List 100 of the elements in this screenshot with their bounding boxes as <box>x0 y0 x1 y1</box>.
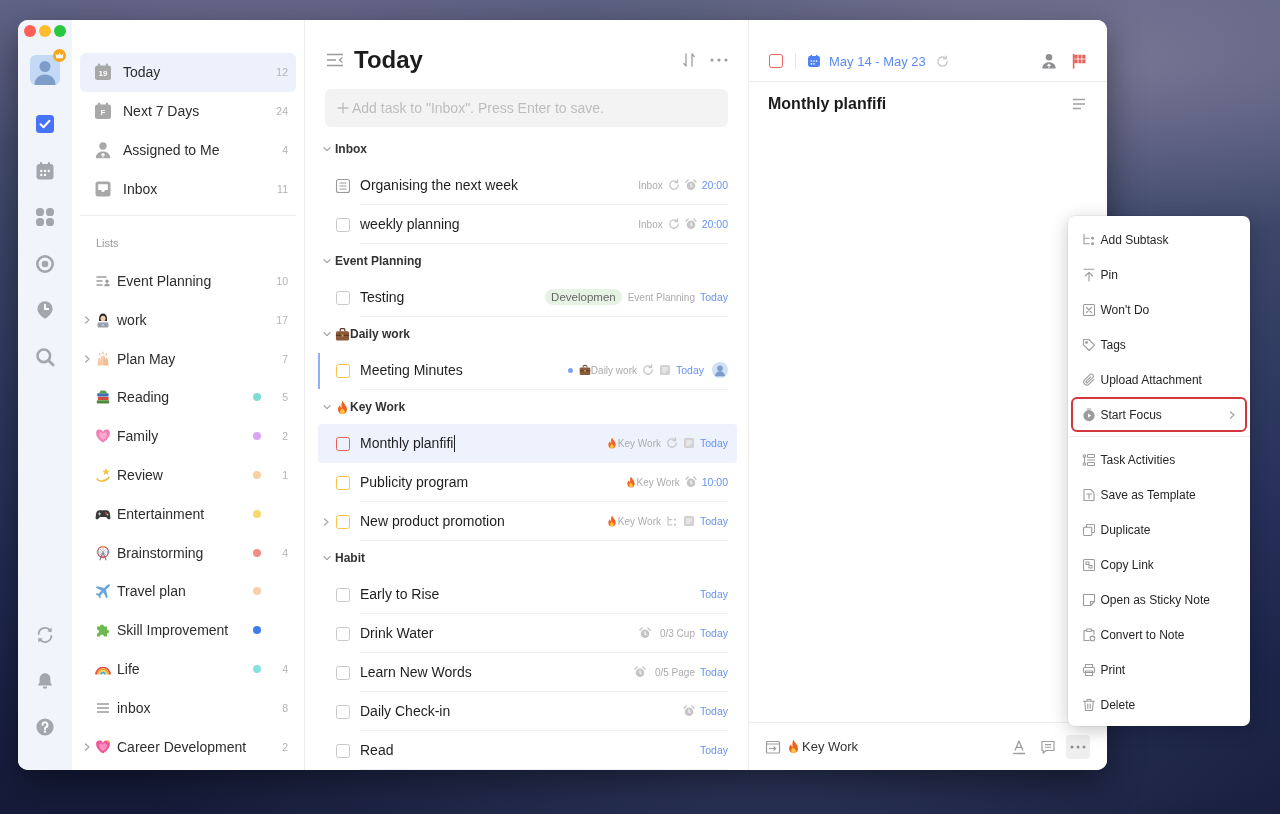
heart-icon <box>95 428 111 445</box>
menu-item[interactable]: Delete <box>1071 687 1247 722</box>
menu-item[interactable]: Convert to Note <box>1071 617 1247 652</box>
task-checkbox[interactable] <box>336 743 350 758</box>
sort-icon[interactable] <box>682 52 696 68</box>
chevron-down-icon[interactable] <box>322 144 332 154</box>
sidebar-item[interactable]: Assigned to Me 4 <box>80 130 296 170</box>
menu-item[interactable]: Pin <box>1071 257 1247 292</box>
menu-item[interactable]: Tags <box>1071 327 1247 362</box>
sidebar-item[interactable]: Career Development 2 <box>80 727 296 767</box>
sidebar-item[interactable]: F Next 7 Days 24 <box>80 91 296 131</box>
task-row[interactable]: Daily Check-in Today <box>318 692 737 731</box>
sidebar-item[interactable]: 19 Today 12 <box>80 53 296 92</box>
task-checkbox[interactable] <box>336 436 350 451</box>
task-row[interactable]: Early to Rise Today <box>318 575 737 614</box>
sidebar-item[interactable]: Reading 5 <box>80 378 296 417</box>
sparkling-heart-icon <box>95 738 111 755</box>
task-checkbox[interactable] <box>336 665 350 680</box>
task-title: Read <box>360 742 394 758</box>
detail-title[interactable]: Monthly planfifi <box>768 94 1072 114</box>
comment-icon[interactable] <box>1040 738 1056 755</box>
sidebar-item[interactable]: Event Planning 10 <box>80 261 296 301</box>
text-format-icon[interactable] <box>1011 738 1027 755</box>
text-lines-icon[interactable] <box>1072 98 1086 110</box>
clock-pin-icon[interactable] <box>35 300 55 321</box>
task-checkbox[interactable] <box>336 704 350 719</box>
zoom-button[interactable] <box>54 25 66 37</box>
sync-icon[interactable] <box>35 625 55 645</box>
task-checkbox[interactable] <box>336 290 350 305</box>
menu-item[interactable]: Open as Sticky Note <box>1071 582 1247 617</box>
task-checkbox[interactable] <box>769 54 783 68</box>
menu-item[interactable]: Task Activities <box>1071 442 1247 477</box>
task-checkbox[interactable] <box>336 475 350 490</box>
task-row[interactable]: New product promotion Key Work Today <box>318 502 737 541</box>
chevron-right-icon[interactable] <box>83 354 91 363</box>
search-icon[interactable] <box>35 346 55 367</box>
minimize-button[interactable] <box>39 25 51 37</box>
sidebar-item[interactable]: work 17 <box>80 300 296 340</box>
task-checkbox[interactable] <box>336 363 350 378</box>
chevron-down-icon[interactable] <box>322 256 332 266</box>
menu-item[interactable]: Upload Attachment <box>1071 362 1247 397</box>
person-icon[interactable] <box>1041 53 1057 69</box>
calendar-icon <box>94 102 112 121</box>
task-row[interactable]: weekly planning Inbox 20:00 <box>318 205 737 244</box>
task-checkbox[interactable] <box>336 217 350 232</box>
task-row[interactable]: Organising the next week Inbox 20:00 <box>318 166 737 205</box>
menu-item[interactable]: Add Subtask <box>1071 222 1247 257</box>
task-checkbox[interactable] <box>336 587 350 602</box>
task-checkbox[interactable] <box>336 514 350 529</box>
task-checkbox[interactable] <box>336 626 350 641</box>
menu-item[interactable]: Start Focus <box>1071 397 1247 432</box>
sidebar-item[interactable]: Brainstorming 4 <box>80 533 296 573</box>
sidebar-item[interactable]: Travel plan <box>80 572 296 611</box>
task-row[interactable]: Publicity program Key Work 10:00 <box>318 463 737 502</box>
sidebar-item[interactable]: Plan May 7 <box>80 339 296 379</box>
checkbox-icon[interactable] <box>35 114 55 135</box>
more-icon[interactable] <box>710 58 728 62</box>
chevron-right-icon[interactable] <box>83 315 91 324</box>
close-button[interactable] <box>24 25 36 37</box>
chevron-right-icon[interactable] <box>83 742 91 751</box>
task-row[interactable]: Read Today <box>318 731 737 770</box>
sidebar-item[interactable]: Family 2 <box>80 416 296 456</box>
tag-chip[interactable]: Developmen <box>545 289 622 305</box>
task-row[interactable]: Learn New Words 0/5 Page Today <box>318 653 737 692</box>
menu-item[interactable]: Won't Do <box>1071 292 1247 327</box>
sidebar-item[interactable]: Inbox 11 <box>80 169 296 209</box>
chevron-down-icon[interactable] <box>322 553 332 563</box>
help-icon[interactable] <box>35 717 55 737</box>
document-icon[interactable] <box>335 177 351 194</box>
chevron-right-icon[interactable] <box>322 517 330 526</box>
menu-item[interactable]: Save as Template <box>1071 477 1247 512</box>
target-icon[interactable] <box>35 253 55 274</box>
sidebar-item[interactable]: Skill Improvement <box>80 610 296 650</box>
menu-icon[interactable] <box>326 53 344 67</box>
bell-icon[interactable] <box>35 671 55 691</box>
more-button[interactable] <box>1066 734 1090 759</box>
menu-item[interactable]: Copy Link <box>1071 547 1247 582</box>
sidebar-item[interactable]: Life 4 <box>80 649 296 689</box>
task-count: 10 <box>276 275 288 288</box>
calendar-day-label: 19 <box>98 69 108 79</box>
list-selector[interactable]: Key Work <box>786 739 859 754</box>
paperclip-icon <box>1081 372 1096 387</box>
menu-item[interactable]: Duplicate <box>1071 512 1247 547</box>
task-row[interactable]: Meeting Minutes Daily work Today <box>318 351 737 390</box>
calendar-icon[interactable] <box>35 160 55 181</box>
task-row[interactable]: Monthly planfifi Key Work Today <box>318 424 737 463</box>
avatar-icon[interactable] <box>30 55 60 85</box>
chevron-down-icon[interactable] <box>322 329 332 339</box>
menu-item[interactable]: Print <box>1071 652 1247 687</box>
task-row[interactable]: Drink Water 0/3 Cup Today <box>318 614 737 653</box>
calendar-icon[interactable] <box>807 54 821 68</box>
sidebar-item[interactable]: Review 1 <box>80 455 296 495</box>
task-count: 4 <box>282 144 288 156</box>
sidebar-item[interactable]: inbox 8 <box>80 688 296 728</box>
grid-icon[interactable] <box>35 207 55 228</box>
chevron-down-icon[interactable] <box>322 402 332 412</box>
list-label: Daily work <box>590 364 637 376</box>
task-row[interactable]: Testing Developmen Event Planning Today <box>318 278 737 317</box>
flag-icon[interactable] <box>1071 53 1087 69</box>
sidebar-item[interactable]: Entertainment <box>80 494 296 534</box>
